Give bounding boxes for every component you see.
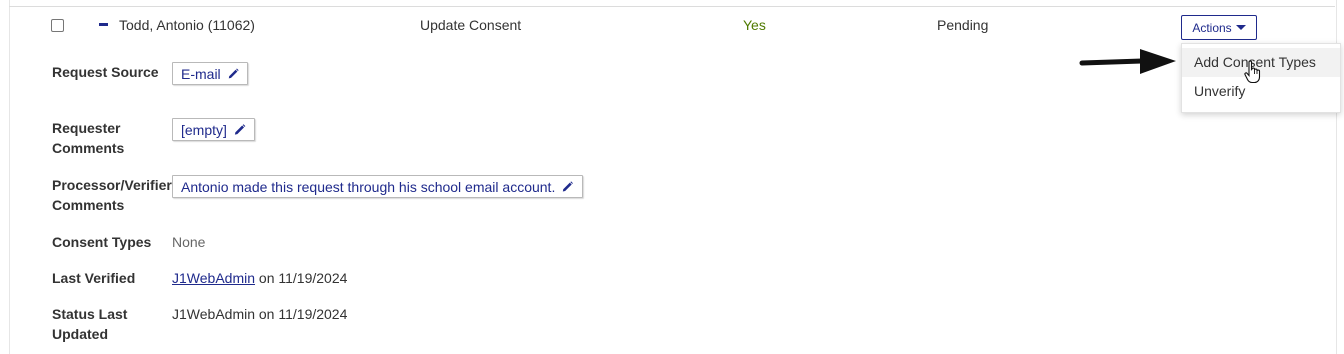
hand-cursor-icon [1244, 60, 1261, 84]
requester-comments-label-line1: Requester [52, 120, 121, 136]
last-verified-date: on 11/19/2024 [258, 270, 348, 286]
collapse-minus-icon[interactable] [99, 23, 108, 26]
flag-value: Yes [743, 17, 766, 33]
status-last-updated-label-line2: Updated [52, 326, 108, 342]
actions-button-label: Actions [1192, 20, 1232, 35]
last-verified-value: J1WebAdmin on 11/19/2024 [172, 268, 347, 288]
requester-comments-label-line2: Comments [52, 140, 125, 156]
requester-comments-editable[interactable]: [empty] [172, 118, 255, 141]
processor-comments-value: Antonio made this request through his sc… [181, 178, 556, 195]
status-last-updated-value: J1WebAdmin on 11/19/2024 [172, 306, 348, 322]
pointer-arrow-icon [1079, 49, 1176, 74]
consent-types-value: None [172, 234, 206, 250]
request-source-editable[interactable]: E-mail [172, 62, 248, 85]
pencil-icon [228, 68, 239, 78]
processor-comments-label-line2: Comments [52, 197, 125, 213]
row-divider [9, 6, 1335, 7]
processor-comments-editable[interactable]: Antonio made this request through his sc… [172, 175, 583, 198]
pencil-icon [563, 180, 574, 192]
actions-button[interactable]: Actions [1181, 15, 1257, 40]
caret-down-icon [1235, 25, 1246, 30]
status-value: Pending [937, 17, 989, 33]
student-name: Todd, Antonio (11062) [119, 17, 255, 33]
processor-comments-label-line1: Processor/Verifier [52, 177, 172, 193]
request-source-label: Request Source [52, 64, 159, 80]
requester-comments-value: [empty] [181, 121, 227, 138]
pencil-icon [234, 123, 246, 135]
request-source-value: E-mail [181, 65, 221, 82]
status-last-updated-label-line1: Status Last [52, 306, 128, 322]
last-verified-label: Last Verified [52, 270, 136, 286]
row-select-checkbox[interactable] [51, 19, 64, 32]
last-verified-user-link[interactable]: J1WebAdmin [172, 270, 255, 286]
consent-types-label: Consent Types [52, 234, 152, 250]
request-type: Update Consent [420, 17, 522, 33]
